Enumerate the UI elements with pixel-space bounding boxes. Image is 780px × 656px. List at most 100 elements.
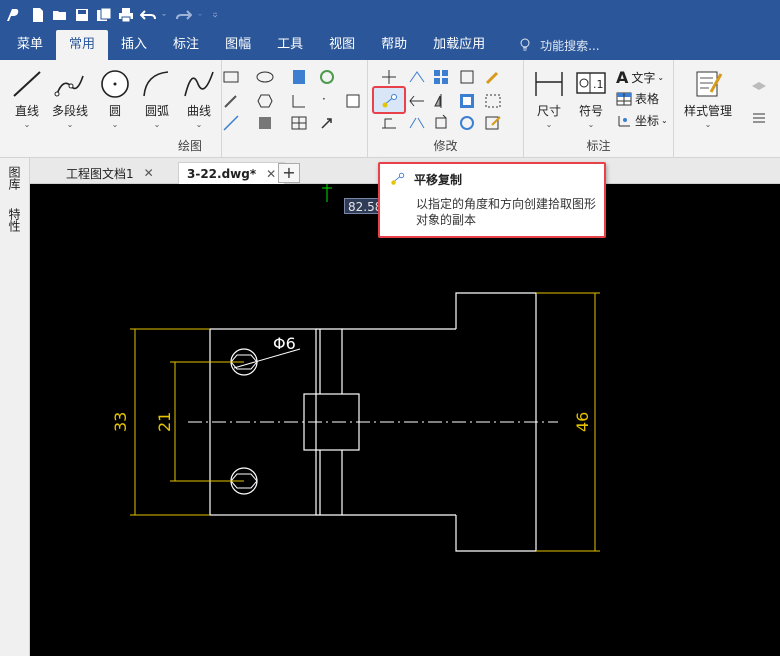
doc-tab-2[interactable]: 3-22.dwg* ✕ [178, 162, 286, 184]
cad-drawing: Φ6 33 21 46 [111, 184, 600, 552]
symbol-button[interactable]: .1 符号 ⌄ [574, 68, 608, 129]
ellipse-icon[interactable] [256, 68, 274, 86]
cursor-arrow-icon[interactable] [318, 114, 336, 132]
dim-46-label: 46 [573, 412, 592, 432]
arc-icon [143, 71, 169, 97]
menu-tab-tools[interactable]: 工具 [264, 30, 316, 60]
scale-icon[interactable] [458, 68, 476, 86]
chevron-down-icon: ⌄ [111, 120, 119, 129]
text-button[interactable]: A 文字 ⌄ [616, 68, 664, 87]
menu-tab-addins[interactable]: 加载应用 [420, 30, 498, 60]
parallel-copy-icon [391, 172, 405, 185]
undo-dropdown-icon[interactable] [162, 7, 170, 23]
coordinate-icon [618, 115, 630, 126]
polygon-icon[interactable] [256, 92, 274, 110]
table-button[interactable]: 表格 [616, 90, 659, 107]
redo-dropdown-icon[interactable] [198, 7, 206, 23]
polyline-icon [54, 75, 84, 97]
menu-tab-menu[interactable]: 菜单 [4, 30, 56, 60]
dim-33-label: 33 [111, 412, 130, 432]
chevron-down-icon: ⌄ [23, 120, 31, 129]
new-tab-button[interactable]: + [278, 163, 300, 183]
coordinate-button[interactable]: 坐标 ⌄ [616, 112, 668, 129]
chamfer-icon[interactable] [458, 114, 476, 132]
parallel-copy-tooltip: 平移复制 以指定的角度和方向创建拾取图形对象的副本 [378, 162, 606, 238]
curve-button[interactable]: 曲线 ⌄ [182, 68, 216, 129]
line-button[interactable]: 直线 ⌄ [10, 68, 44, 129]
edit-box-icon[interactable] [484, 114, 502, 132]
array-icon[interactable] [432, 68, 450, 86]
stretch-icon[interactable] [380, 114, 398, 132]
dotted-rect-icon[interactable] [484, 92, 502, 110]
pen-edit-icon[interactable] [484, 68, 502, 86]
chevron-down-icon: ⌄ [704, 120, 712, 129]
open-folder-icon[interactable] [52, 7, 68, 23]
dimension-button[interactable]: 尺寸 ⌄ [532, 68, 566, 129]
parallel-copy-icon [382, 94, 397, 108]
dimension-icon [535, 72, 563, 96]
save-icon[interactable] [74, 7, 90, 23]
trim-icon[interactable] [408, 68, 426, 86]
menu-tab-sheet[interactable]: 图幅 [212, 30, 264, 60]
arc-button[interactable]: 圆弧 ⌄ [140, 68, 174, 129]
fillet-icon[interactable] [290, 92, 308, 110]
svg-text:.1: .1 [593, 78, 604, 91]
mirror-icon[interactable] [432, 92, 450, 110]
block-icon[interactable] [344, 92, 362, 110]
customize-qat-icon[interactable] [212, 7, 222, 23]
function-search[interactable]: 功能搜索... [518, 30, 600, 60]
menu-tab-common[interactable]: 常用 [56, 30, 109, 60]
app-logo-icon [7, 9, 19, 21]
pencil-icon[interactable] [222, 92, 240, 110]
group-label-annotate: 标注 [586, 139, 611, 153]
point-icon[interactable]: · [322, 92, 326, 106]
close-icon[interactable]: ✕ [266, 167, 276, 181]
tooltip-title: 平移复制 [414, 173, 463, 187]
region-icon[interactable] [256, 114, 274, 132]
drawing-canvas[interactable]: Φ6 33 21 46 [30, 184, 780, 656]
more-menu-icon[interactable] [750, 108, 768, 126]
ribbon: 直线 ⌄ 多段线 ⌄ 圆 ⌄ 圆弧 ⌄ 曲线 ⌄ 绘图 · 修改 尺寸 ⌄ .1… [0, 60, 780, 158]
menu-tab-help[interactable]: 帮助 [368, 30, 420, 60]
style-manage-icon [696, 71, 723, 97]
curve-icon [184, 71, 214, 97]
ribbon-group-annotate: 尺寸 ⌄ .1 符号 ⌄ A 文字 ⌄ 表格 坐标 ⌄ 标注 [524, 60, 674, 158]
left-rail: 图库 特性 [0, 158, 30, 656]
explode-icon[interactable] [458, 92, 476, 110]
doc-tab-1[interactable]: 工程图文档1 ✕ [58, 162, 162, 184]
move-icon[interactable] [380, 68, 398, 86]
tooltip-description: 以指定的角度和方向创建拾取图形对象的副本 [416, 197, 597, 227]
new-file-icon[interactable] [30, 7, 46, 23]
rectangle-icon[interactable] [222, 68, 240, 86]
ribbon-group-style: 样式管理 ⌄ [674, 60, 780, 158]
layer-icon[interactable] [750, 78, 768, 96]
undo-icon[interactable] [140, 7, 156, 23]
menu-tab-annotate[interactable]: 标注 [160, 30, 212, 60]
extend-icon[interactable] [408, 92, 426, 110]
menu-tab-view[interactable]: 视图 [316, 30, 368, 60]
rotate-icon[interactable] [432, 114, 450, 132]
properties-panel-tab[interactable]: 特性 [7, 208, 23, 232]
menu-tab-insert[interactable]: 插入 [108, 30, 160, 60]
chevron-down-icon: ⌄ [545, 120, 553, 129]
print-icon[interactable] [118, 7, 134, 23]
circle-button[interactable]: 圆 ⌄ [98, 68, 132, 129]
gear-pattern-icon[interactable] [318, 68, 336, 86]
style-manage-button[interactable]: 样式管理 ⌄ [684, 68, 732, 129]
break-icon[interactable] [408, 114, 426, 132]
chevron-down-icon: ⌄ [195, 120, 203, 129]
polyline-button[interactable]: 多段线 ⌄ [52, 68, 88, 129]
save-all-icon[interactable] [96, 7, 112, 23]
chevron-down-icon: ⌄ [66, 120, 74, 129]
construction-line-icon[interactable] [222, 114, 240, 132]
menu-bar: 菜单 常用 插入 标注 图幅 工具 视图 帮助 加载应用 功能搜索... [0, 30, 780, 60]
parallel-copy-button[interactable] [372, 86, 406, 114]
close-icon[interactable]: ✕ [144, 166, 154, 180]
redo-icon[interactable] [176, 7, 192, 23]
chevron-down-icon: ⌄ [153, 120, 161, 129]
table-draw-icon[interactable] [290, 114, 308, 132]
hatch-icon[interactable] [290, 68, 308, 86]
lightbulb-icon [520, 38, 530, 51]
library-panel-tab[interactable]: 图库 [7, 166, 23, 190]
ribbon-group-draw: 直线 ⌄ 多段线 ⌄ 圆 ⌄ 圆弧 ⌄ 曲线 ⌄ 绘图 [0, 60, 222, 158]
